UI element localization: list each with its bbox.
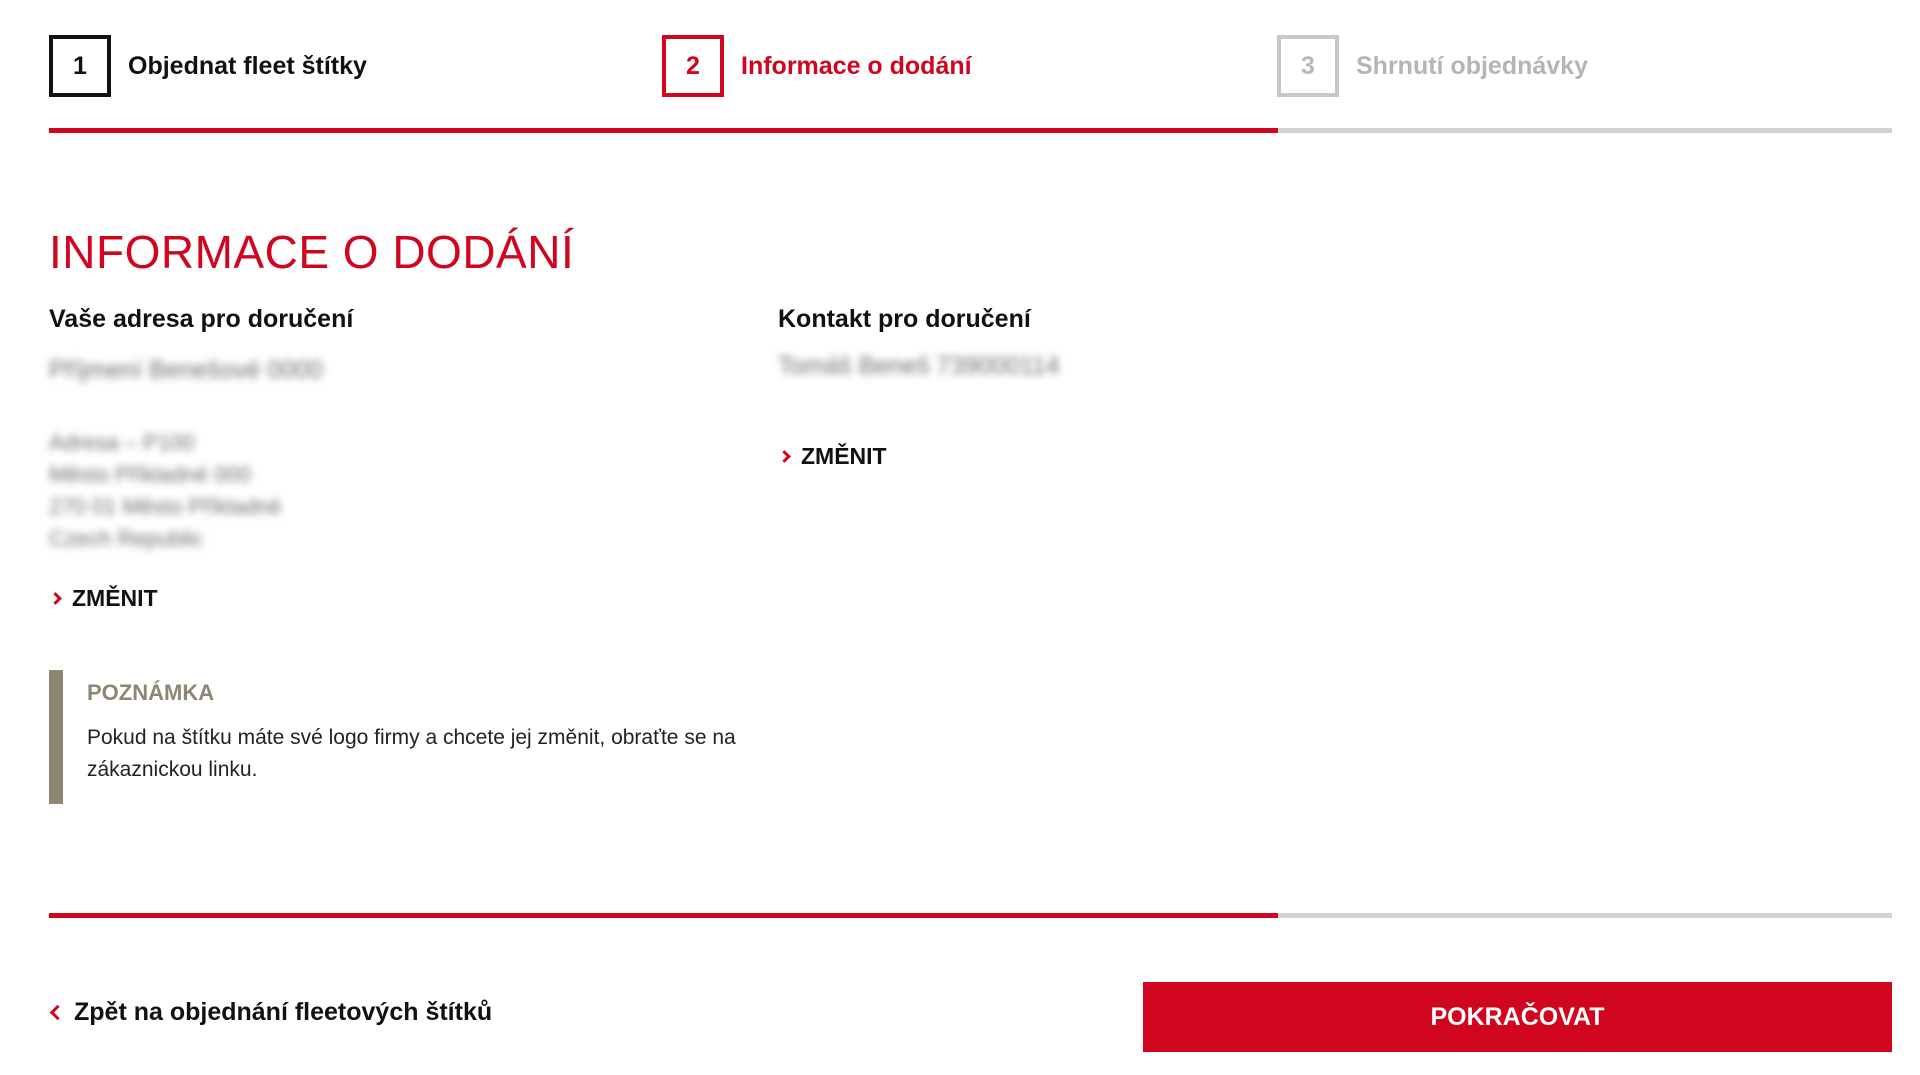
chevron-right-icon — [49, 592, 62, 605]
progress-fill — [49, 913, 1279, 918]
step-number: 3 — [1277, 35, 1339, 97]
address-line: Město Příkladné 000 — [49, 462, 251, 487]
address-lines: Adresa – P100 Město Příkladné 000 270 01… — [49, 427, 749, 555]
page-title: INFORMACE O DODÁNÍ — [49, 226, 575, 278]
progress-bar-bottom — [49, 913, 1892, 918]
step-delivery-info: 2 Informace o dodání — [662, 35, 972, 97]
contact-heading: Kontakt pro doručení — [778, 305, 1031, 333]
step-number: 1 — [49, 35, 111, 97]
address-line: Adresa – P100 — [49, 430, 195, 455]
address-name: Příjmení Benešové 0000 — [49, 356, 323, 384]
change-contact-link[interactable]: ZMĚNIT — [778, 443, 887, 470]
change-address-link[interactable]: ZMĚNIT — [49, 585, 158, 612]
back-to-order-link[interactable]: Zpět na objednání fleetových štítků — [49, 998, 492, 1027]
note-text: Pokud na štítku máte své logo firmy a ch… — [87, 726, 736, 781]
step-label: Informace o dodání — [741, 51, 972, 80]
note-title: POZNÁMKA — [87, 680, 215, 705]
address-line: 270 01 Město Příkladné — [49, 494, 282, 519]
progress-fill — [49, 128, 1279, 133]
contact-details: Tomáš Beneš 739000114 — [778, 352, 1060, 380]
continue-button[interactable]: POKRAČOVAT — [1143, 982, 1892, 1052]
delivery-contact-section: Kontakt pro doručení Tomáš Beneš 7390001… — [778, 305, 1478, 469]
back-label: Zpět na objednání fleetových štítků — [74, 998, 493, 1026]
step-number: 2 — [662, 35, 724, 97]
step-order-summary: 3 Shrnutí objednávky — [1277, 35, 1588, 97]
progress-bar-top — [49, 128, 1892, 133]
chevron-left-icon — [49, 1004, 66, 1021]
change-address-label: ZMĚNIT — [72, 585, 158, 611]
change-contact-label: ZMĚNIT — [801, 443, 887, 469]
step-label: Objednat fleet štítky — [128, 51, 367, 80]
address-heading: Vaše adresa pro doručení — [49, 305, 354, 333]
address-line: Czech Republic — [49, 526, 204, 551]
step-label: Shrnutí objednávky — [1356, 51, 1588, 80]
delivery-address-section: Vaše adresa pro doručení Příjmení Benešo… — [49, 305, 749, 611]
chevron-right-icon — [778, 450, 791, 463]
note-box: POZNÁMKA Pokud na štítku máte své logo f… — [49, 670, 809, 804]
step-order-labels[interactable]: 1 Objednat fleet štítky — [49, 35, 367, 97]
checkout-stepper: 1 Objednat fleet štítky 2 Informace o do… — [49, 35, 1892, 135]
